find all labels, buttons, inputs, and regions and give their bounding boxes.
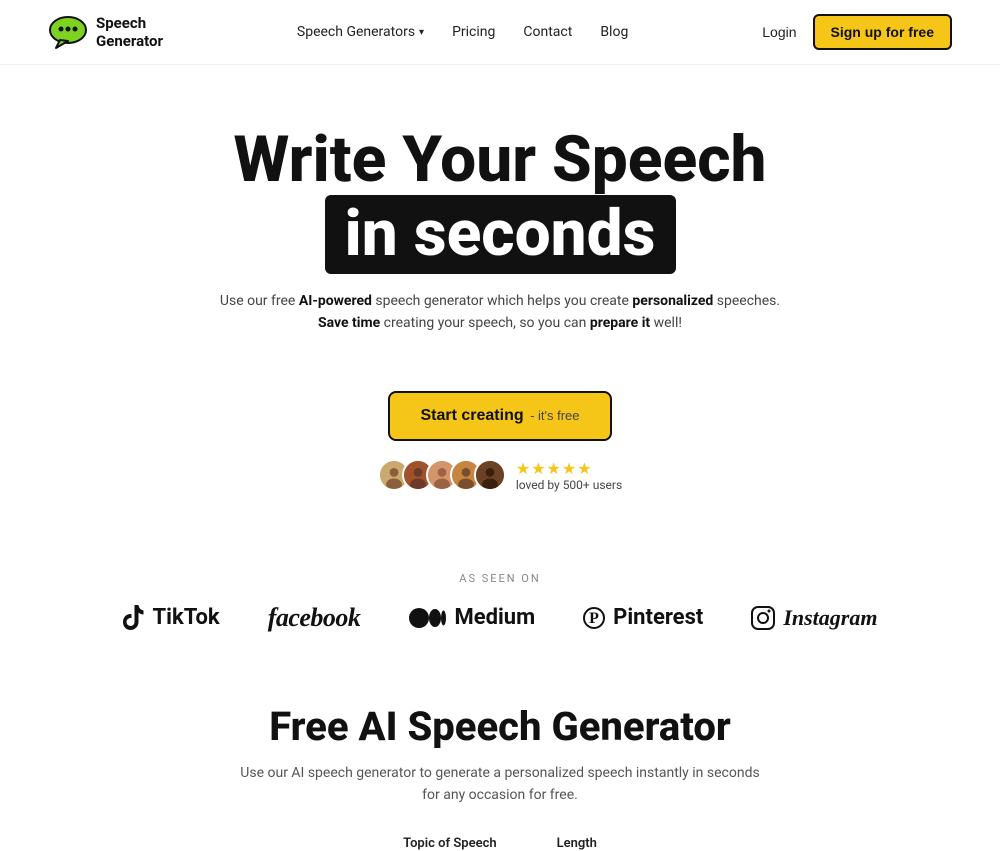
medium-label: Medium — [454, 605, 535, 630]
facebook-label: facebook — [268, 603, 361, 633]
topic-field-label: Topic of Speech — [403, 826, 497, 851]
logo-text: Speech Generator — [96, 14, 163, 50]
main-nav: Speech Generators ▾ Pricing Contact Blog — [297, 24, 628, 40]
logo-icon — [48, 14, 88, 50]
hero-section: Write Your Speech in seconds Use our fre… — [0, 65, 1000, 532]
svg-text:P: P — [589, 610, 599, 627]
generator-description: Use our AI speech generator to generate … — [40, 762, 960, 807]
as-seen-on-section: AS SEEN ON TikTok facebook Medium — [0, 572, 1000, 663]
start-creating-button[interactable]: Start creating - it's free — [388, 391, 611, 441]
hero-highlight: in seconds — [325, 195, 676, 273]
pinterest-label: Pinterest — [613, 605, 703, 630]
auth-area: Login Sign up for free — [762, 14, 952, 50]
logo[interactable]: Speech Generator — [48, 14, 163, 50]
nav-generators[interactable]: Speech Generators ▾ — [297, 24, 424, 40]
cta-suffix: - it's free — [530, 408, 579, 423]
generator-section: Free AI Speech Generator Use our AI spee… — [0, 663, 1000, 807]
avatar — [474, 459, 506, 491]
tiktok-brand: TikTok — [123, 605, 220, 630]
form-labels: Topic of Speech Length — [0, 806, 1000, 851]
medium-icon — [408, 607, 446, 629]
generators-dropdown-arrow: ▾ — [419, 27, 424, 38]
ratings-text: ★★★★★ loved by 500+ users — [516, 459, 622, 492]
pinterest-icon: P — [583, 607, 605, 629]
pinterest-brand: P Pinterest — [583, 605, 703, 630]
login-button[interactable]: Login — [762, 24, 796, 40]
length-field-label: Length — [557, 826, 597, 851]
avatar-group — [378, 459, 506, 491]
instagram-brand: Instagram — [751, 605, 877, 631]
social-proof: ★★★★★ loved by 500+ users — [40, 459, 960, 492]
facebook-brand: facebook — [268, 603, 361, 633]
hero-subtitle: Use our free AI-powered speech generator… — [40, 290, 960, 335]
nav-blog[interactable]: Blog — [600, 24, 628, 40]
tiktok-label: TikTok — [153, 605, 220, 630]
brand-logos-group: TikTok facebook Medium P Pinterest — [0, 603, 1000, 633]
medium-brand: Medium — [408, 605, 535, 630]
tiktok-icon — [123, 605, 145, 630]
loved-count: loved by 500+ users — [516, 478, 622, 492]
star-rating: ★★★★★ — [516, 459, 593, 478]
nav-contact[interactable]: Contact — [523, 24, 572, 40]
hero-title: Write Your Speech in seconds — [40, 125, 960, 274]
header: Speech Generator Speech Generators ▾ Pri… — [0, 0, 1000, 65]
cta-label: Start creating — [420, 407, 523, 424]
signup-button[interactable]: Sign up for free — [813, 14, 952, 50]
nav-pricing[interactable]: Pricing — [452, 24, 495, 40]
as-seen-label: AS SEEN ON — [0, 572, 1000, 585]
generator-heading: Free AI Speech Generator — [40, 703, 960, 750]
instagram-label: Instagram — [783, 605, 877, 631]
instagram-icon — [751, 606, 775, 630]
